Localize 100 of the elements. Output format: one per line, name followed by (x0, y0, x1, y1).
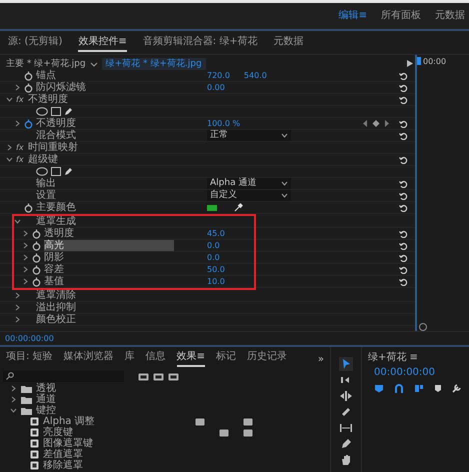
chevron-icon[interactable] (14, 120, 21, 127)
chevron-icon[interactable] (14, 316, 21, 323)
property-value[interactable]: 0.0 (207, 240, 220, 250)
stopwatch-icon[interactable] (24, 70, 33, 80)
panel-tab[interactable]: 音频剪辑混合器: 绿+荷花 (142, 36, 258, 52)
keyframe-timeline[interactable]: 00:00 (415, 55, 469, 331)
property-value[interactable]: 45.0 (207, 228, 225, 238)
effect-label[interactable]: 图像遮罩键 (43, 438, 191, 449)
folder-label[interactable]: 透视 (36, 383, 56, 394)
folder-label[interactable]: 键控 (36, 405, 56, 416)
stopwatch-icon[interactable] (24, 202, 33, 212)
stopwatch-icon[interactable] (32, 252, 41, 262)
fx-badge[interactable]: fx (16, 142, 24, 152)
wrench-icon[interactable] (452, 383, 462, 393)
stopwatch-icon[interactable] (32, 240, 41, 250)
chevron-icon[interactable] (14, 292, 21, 299)
property-value[interactable]: 720.0 (207, 70, 230, 80)
reset-icon[interactable] (399, 180, 408, 188)
filter-icon[interactable] (138, 372, 149, 380)
chevron-icon[interactable] (14, 84, 21, 91)
chevron-icon[interactable] (14, 304, 21, 311)
dropdown[interactable]: 正常 (207, 130, 291, 141)
search-field[interactable] (3, 370, 124, 382)
panel-tab[interactable]: 库 (124, 351, 135, 367)
chevron-icon[interactable] (6, 144, 13, 151)
filter-icon[interactable] (153, 372, 164, 380)
marker-icon[interactable] (374, 384, 384, 392)
color-swatch[interactable] (207, 204, 217, 210)
zoom-handle[interactable] (419, 323, 427, 331)
property-value[interactable]: 10.0 (207, 276, 225, 286)
chevron-icon[interactable] (14, 218, 21, 225)
stopwatch-icon[interactable] (24, 82, 33, 92)
slip-tool-icon[interactable] (339, 421, 353, 435)
chevron-icon[interactable] (6, 156, 13, 163)
panel-tab[interactable]: 效果≡ (176, 351, 205, 367)
rectangle-mask-icon[interactable] (51, 107, 61, 116)
chevron-icon[interactable] (6, 96, 13, 103)
fx-badge[interactable]: fx (16, 154, 24, 164)
panel-tab[interactable]: 历史记录 (246, 351, 287, 367)
overflow-button[interactable]: » (318, 354, 324, 364)
property-value[interactable]: 0.00 (207, 82, 225, 92)
ellipse-mask-icon[interactable] (36, 167, 48, 176)
property-value[interactable]: 100.0 % (207, 118, 240, 128)
panel-tab[interactable]: 项目: 短验 (6, 351, 53, 367)
effect-label[interactable]: 差值遮罩 (43, 449, 191, 460)
pen-icon[interactable] (64, 167, 73, 176)
linked-selection-icon[interactable] (414, 384, 424, 392)
reset-icon[interactable] (399, 278, 408, 286)
folder-label[interactable]: 通道 (36, 394, 56, 405)
effect-label[interactable]: Alpha 调整 (43, 416, 191, 427)
selection-tool-icon[interactable] (339, 357, 353, 371)
eyedropper-icon[interactable] (234, 203, 243, 212)
chevron-icon[interactable] (22, 230, 29, 237)
dropdown[interactable]: Alpha 通道 (207, 178, 291, 189)
reset-icon[interactable] (399, 204, 408, 212)
stopwatch-icon[interactable] (32, 264, 41, 274)
reset-icon[interactable] (399, 132, 408, 140)
chevron-icon[interactable] (10, 407, 17, 414)
reset-icon[interactable] (399, 120, 408, 128)
reset-icon[interactable] (399, 266, 408, 274)
chevron-icon[interactable] (10, 396, 17, 403)
effect-label[interactable]: 亮度键 (43, 427, 191, 438)
reset-icon[interactable] (399, 230, 408, 238)
keyframe-navigator[interactable] (363, 120, 389, 127)
filter-icon[interactable] (168, 372, 179, 380)
stopwatch-icon[interactable] (24, 118, 33, 128)
reset-icon[interactable] (399, 72, 408, 80)
chevron-icon[interactable] (22, 278, 29, 285)
stopwatch-icon[interactable] (32, 276, 41, 286)
stopwatch-icon[interactable] (32, 228, 41, 238)
reset-icon[interactable] (399, 156, 408, 164)
fx-badge[interactable]: fx (16, 94, 24, 104)
reset-icon[interactable] (399, 84, 408, 92)
caret-icon[interactable] (281, 133, 288, 138)
pen-tool-icon[interactable] (339, 437, 353, 451)
panel-tab[interactable]: 绿+荷花 ≡ (368, 350, 418, 364)
chevron-icon[interactable] (10, 385, 17, 392)
rectangle-mask-icon[interactable] (51, 167, 61, 176)
dropdown[interactable]: 自定义 (207, 190, 291, 201)
workspace-tab[interactable]: 编辑≡ (338, 10, 367, 22)
play-icon[interactable] (407, 60, 413, 67)
magnet-icon[interactable] (394, 384, 404, 392)
reset-icon[interactable] (399, 242, 408, 250)
property-value[interactable]: 50.0 (207, 264, 225, 274)
hand-tool-icon[interactable] (339, 453, 353, 467)
property-value[interactable]: 540.0 (244, 70, 267, 80)
reset-icon[interactable] (399, 96, 408, 104)
ellipse-mask-icon[interactable] (36, 107, 48, 116)
panel-tab[interactable]: 效果控件≡ (78, 36, 127, 52)
pen-icon[interactable] (64, 107, 73, 116)
chevron-icon[interactable] (22, 266, 29, 273)
effect-label[interactable]: 移除遮罩 (43, 460, 191, 471)
panel-tab[interactable]: 媒体浏览器 (64, 351, 114, 367)
panel-tab[interactable]: 标记 (216, 351, 236, 367)
reset-icon[interactable] (399, 254, 408, 262)
panel-tab[interactable]: 源: (无剪辑) (8, 36, 62, 52)
timecode[interactable]: 00:00:00:00 (5, 334, 54, 344)
reset-icon[interactable] (399, 192, 408, 200)
chevron-icon[interactable] (22, 254, 29, 261)
clip-selector[interactable]: 绿+荷花 * 绿+荷花.jpg (102, 58, 206, 70)
